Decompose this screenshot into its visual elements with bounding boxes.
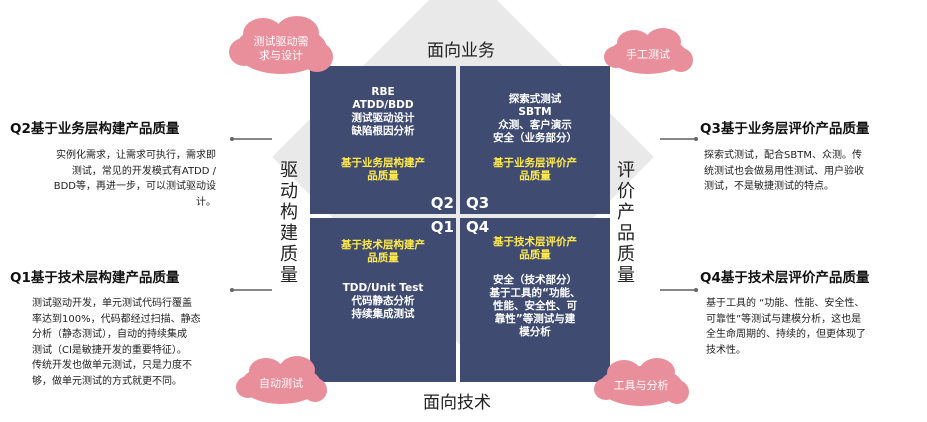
- left-char: 质: [280, 244, 298, 265]
- q4-connector-line: [660, 289, 696, 291]
- cloud-tools-analysis: 工具与分析: [594, 358, 689, 406]
- cloud-tools-text: 工具与分析: [613, 379, 669, 392]
- cloud-automated-testing: 自动测试: [236, 356, 327, 404]
- left-char: 量: [280, 265, 298, 286]
- q3-practices: 探索式测试 SBTM 众测、客户演示 安全（业务部分）: [460, 93, 610, 145]
- q1-heading: Q1基于技术层构建产品质量: [10, 270, 180, 286]
- cloud-auto-text: 自动测试: [259, 377, 303, 390]
- axis-top-label: 面向业务: [427, 41, 495, 61]
- left-char: 动: [280, 181, 298, 202]
- axis-left-label: 驱动构建质量: [279, 160, 299, 286]
- q3-desc-line: 测试，不是敏捷测试的特点。: [704, 181, 834, 192]
- q2-connector-line: [232, 138, 272, 140]
- q4-practices: 安全（技术部分） 基于工具的“功能、 性能、安全性、可 靠性”等测试与建 模分析: [460, 274, 610, 339]
- q1-desc-line: 分析（静态测试），自动的持续集成: [32, 329, 187, 340]
- axis-right-label: 评价产品质量: [616, 160, 636, 286]
- q4-connector-dot: [694, 288, 698, 292]
- q4-goal-line: 品质量: [519, 249, 551, 261]
- q2-desc-line: 测试，常见的开发模式有ATDD /: [71, 165, 216, 177]
- q4-practice: 靠性”等测试与建: [494, 313, 576, 325]
- q2-goal: 基于业务层构建产 品质量: [310, 157, 456, 183]
- q1-connector-line: [232, 289, 272, 291]
- q2-label: Q2: [430, 194, 454, 212]
- q1-desc-line: 率达到100%，代码都经过扫描、静态: [32, 313, 201, 325]
- q3-practice: 安全（业务部分）: [493, 132, 577, 144]
- q1-desc-line: 测试（CI是敏捷开发的重要特征）。: [32, 344, 187, 356]
- right-char: 品: [617, 223, 635, 244]
- q3-practice: 众测、客户演示: [498, 119, 572, 131]
- q4-goal-line: 基于技术层评价产: [493, 236, 577, 248]
- left-char: 建: [280, 223, 298, 244]
- right-char: 量: [617, 265, 635, 286]
- right-char: 评: [617, 160, 635, 181]
- q4-practice: 安全（技术部分）: [493, 274, 577, 286]
- q2-connector-dot: [230, 137, 234, 141]
- q4-heading: Q4基于技术层评价产品质量: [700, 270, 870, 286]
- q4-desc-line: 可靠性”等测试与建模分析，这也是: [706, 313, 862, 325]
- q3-description: 探索式测试，配合SBTM、众测。传 统测试也会做易用性测试、用户验收 测试，不是…: [704, 148, 904, 195]
- q1-goal-line: 品质量: [367, 252, 399, 264]
- left-char: 驱: [280, 160, 298, 181]
- q1-desc-line: 传统开发也做单元测试，只是力度不: [32, 360, 192, 371]
- q3-desc-line: 探索式测试，配合SBTM、众测。传: [704, 150, 862, 161]
- q3-heading: Q3基于业务层评价产品质量: [700, 121, 870, 137]
- q3-practice: SBTM: [518, 106, 552, 118]
- cloud-tdd-line: 测试驱动需: [253, 35, 309, 48]
- q2-practice: RBE: [371, 86, 395, 98]
- q2-desc-line: 实例化需求，让需求可执行，需求即: [56, 150, 216, 161]
- q3-connector-dot: [694, 137, 698, 141]
- q4-desc-line: 技术性。: [706, 344, 746, 356]
- q4-description: 基于工具的 “功能、性能、安全性、 可靠性”等测试与建模分析，这也是 全生命周期…: [706, 296, 906, 358]
- q2-heading: Q2基于业务层构建产品质量: [10, 121, 180, 137]
- q4-desc-line: 全生命周期的、持续的，但更体现了: [706, 329, 866, 340]
- q3-practice: 探索式测试: [508, 93, 562, 105]
- quadrant-q1: Q1 基于技术层构建产 品质量 TDD/Unit Test 代码静态分析 持续集…: [310, 218, 456, 382]
- q4-goal: 基于技术层评价产 品质量: [460, 236, 610, 262]
- q3-goal-line: 基于业务层评价产: [493, 157, 577, 169]
- q2-desc-line: 计。: [196, 196, 216, 208]
- q3-goal: 基于业务层评价产 品质量: [460, 157, 610, 183]
- q2-practices: RBE ATDD/BDD 测试驱动设计 缺陷根因分析: [310, 86, 456, 138]
- q2-practice: 测试驱动设计: [351, 112, 415, 124]
- q4-practice: 模分析: [519, 326, 551, 338]
- q1-practice: 代码静态分析: [351, 295, 415, 307]
- q1-goal-line: 基于技术层构建产: [341, 239, 425, 251]
- q1-desc-line: 测试驱动开发，单元测试代码行覆盖: [32, 298, 192, 309]
- quadrant-q4: Q4 基于技术层评价产 品质量 安全（技术部分） 基于工具的“功能、 性能、安全…: [460, 218, 610, 382]
- q4-practice: 基于工具的“功能、: [489, 287, 581, 299]
- q3-label: Q3: [466, 194, 490, 212]
- quadrant-q2: RBE ATDD/BDD 测试驱动设计 缺陷根因分析 基于业务层构建产 品质量 …: [310, 66, 456, 214]
- q3-connector-line: [660, 138, 696, 140]
- q2-desc-line: BDD等，再进一步，可以测试驱动设: [53, 181, 216, 192]
- q1-connector-dot: [230, 288, 234, 292]
- q4-label: Q4: [466, 218, 490, 236]
- left-char: 构: [280, 202, 298, 223]
- q1-label: Q1: [430, 218, 454, 236]
- right-char: 产: [617, 202, 635, 223]
- cloud-manual-text: 手工测试: [626, 48, 670, 61]
- q3-goal-line: 品质量: [519, 170, 551, 182]
- right-char: 质: [617, 244, 635, 265]
- q3-desc-line: 统测试也会做易用性测试、用户验收: [704, 165, 864, 177]
- q1-goal: 基于技术层构建产 品质量: [310, 239, 456, 265]
- q2-goal-line: 基于业务层构建产: [341, 157, 425, 169]
- q1-desc-line: 够，做单元测试的方式就更不同。: [32, 375, 182, 387]
- cloud-manual-testing: 手工测试: [604, 28, 693, 74]
- q1-practice: 持续集成测试: [351, 308, 415, 320]
- cloud-tdd-requirements: 测试驱动需 求与设计: [229, 16, 333, 74]
- q1-practice: TDD/Unit Test: [342, 282, 424, 294]
- q2-practice: 缺陷根因分析: [351, 125, 415, 137]
- right-char: 价: [617, 181, 635, 202]
- q1-practices: TDD/Unit Test 代码静态分析 持续集成测试: [310, 282, 456, 321]
- cloud-tdd-line: 求与设计: [259, 49, 303, 62]
- q1-description: 测试驱动开发，单元测试代码行覆盖 率达到100%，代码都经过扫描、静态 分析（静…: [32, 296, 218, 389]
- axis-bottom-label: 面向技术: [423, 393, 491, 413]
- q2-goal-line: 品质量: [367, 170, 399, 182]
- q4-practice: 性能、安全性、可: [493, 300, 577, 312]
- cloud-tdd-text: 测试驱动需 求与设计: [254, 35, 309, 63]
- q4-desc-line: 基于工具的 “功能、性能、安全性、: [706, 298, 865, 309]
- q2-practice: ATDD/BDD: [352, 99, 414, 111]
- quadrant-q3: 探索式测试 SBTM 众测、客户演示 安全（业务部分） 基于业务层评价产 品质量…: [460, 66, 610, 214]
- q2-description: 实例化需求，让需求可执行，需求即 测试，常见的开发模式有ATDD / BDD等，…: [30, 148, 216, 210]
